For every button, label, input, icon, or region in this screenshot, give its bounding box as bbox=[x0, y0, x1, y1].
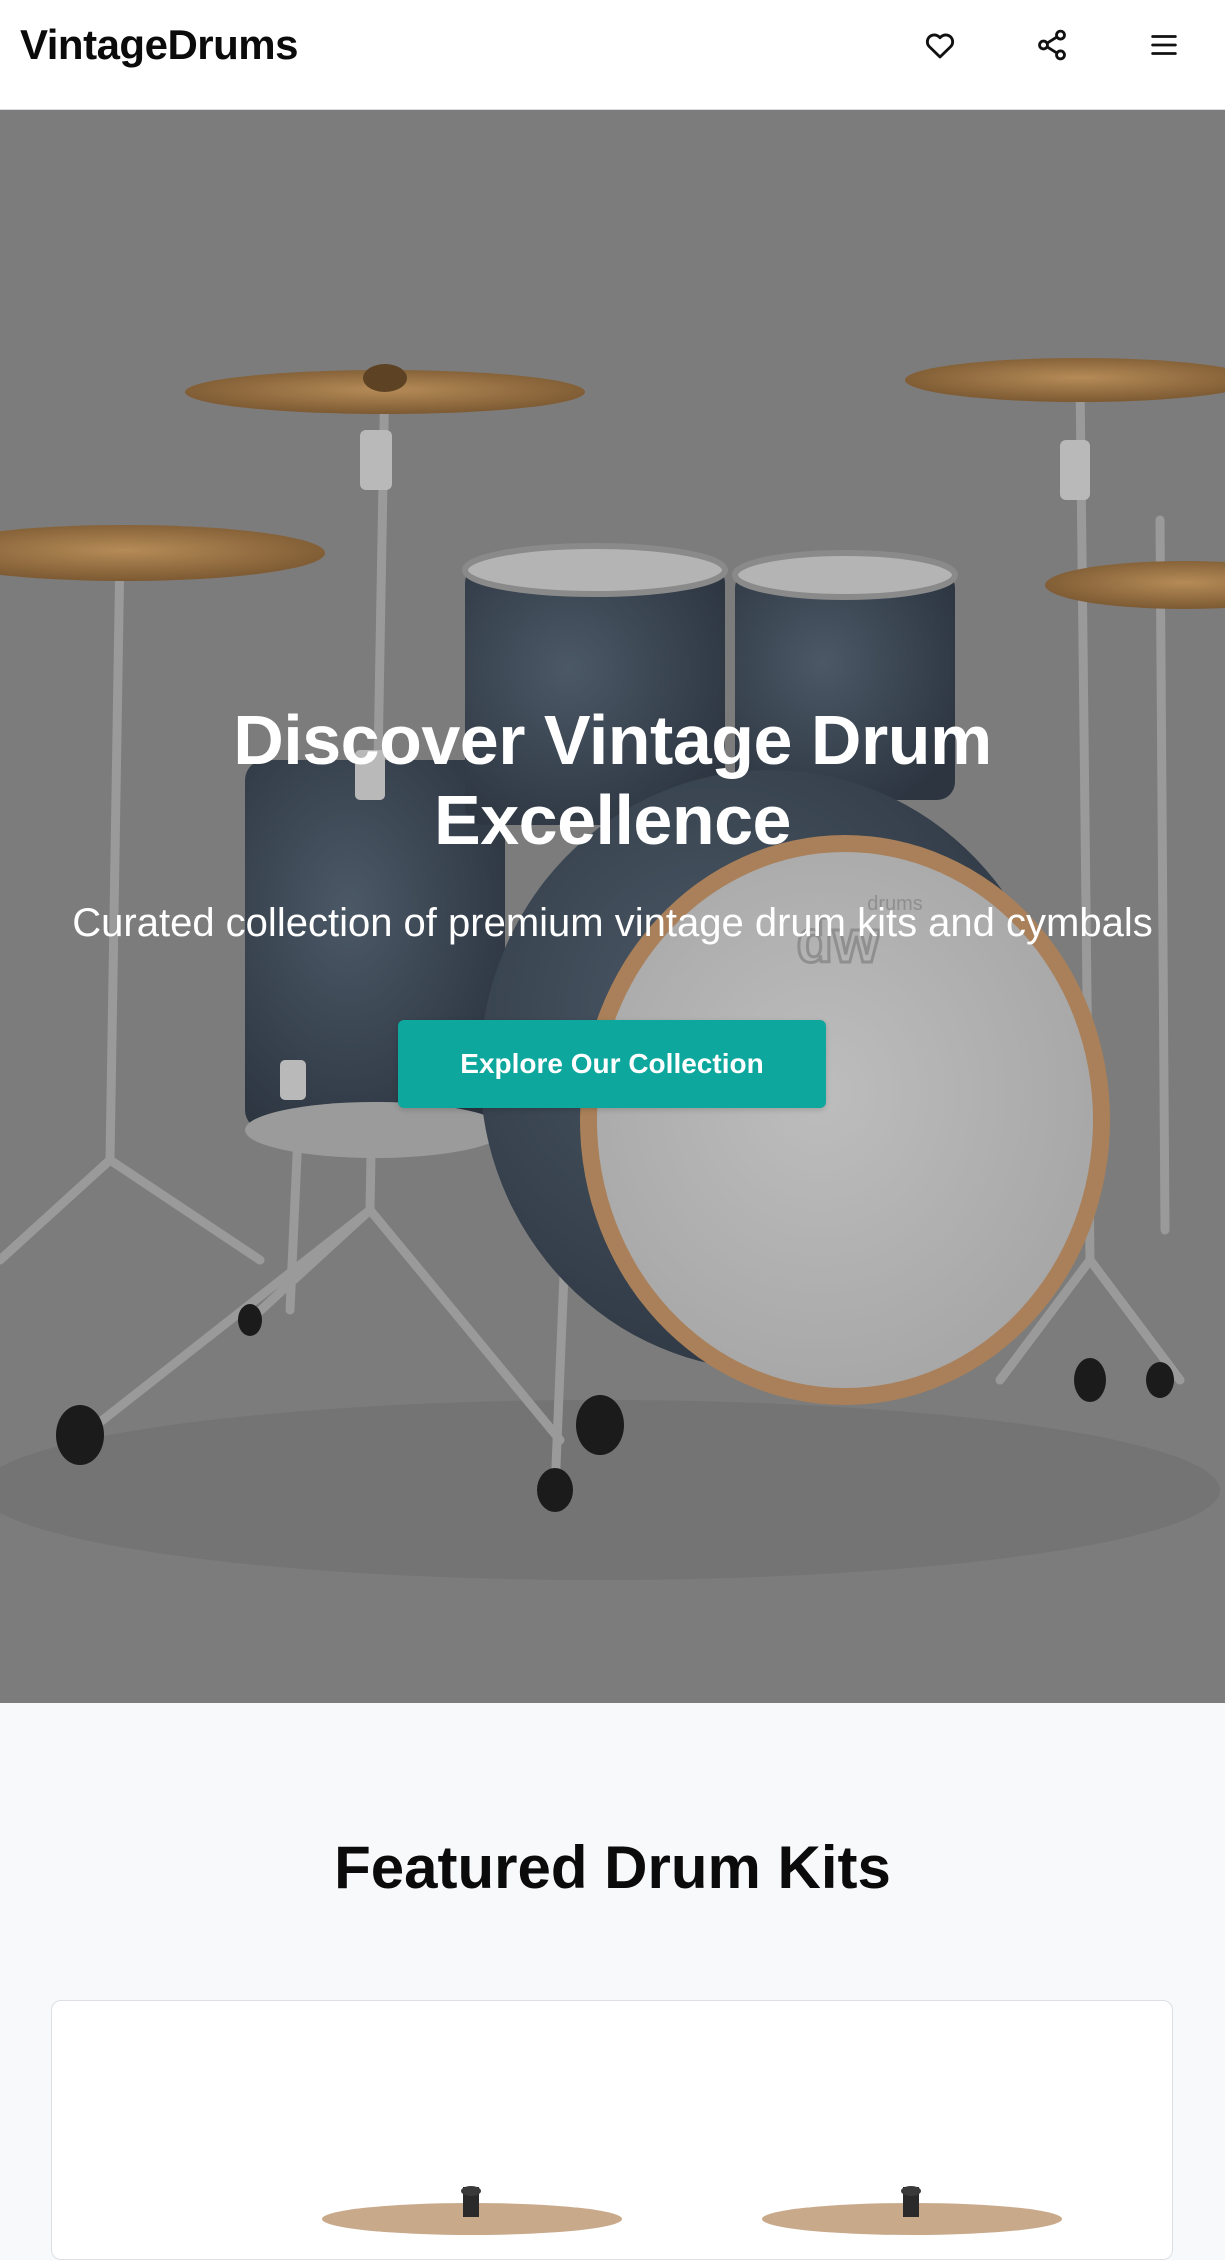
menu-icon bbox=[1151, 35, 1177, 55]
heart-icon bbox=[925, 33, 955, 59]
favorites-button[interactable] bbox=[910, 20, 970, 70]
hero-subtitle: Curated collection of premium vintage dr… bbox=[72, 901, 1153, 945]
hero-title: Discover Vintage Drum Excellence bbox=[0, 700, 1225, 860]
share-icon bbox=[1038, 29, 1066, 61]
share-button[interactable] bbox=[1022, 20, 1082, 70]
menu-button[interactable] bbox=[1134, 20, 1194, 70]
site-header: VintageDrums bbox=[0, 0, 1225, 110]
featured-section-title: Featured Drum Kits bbox=[334, 1834, 891, 1901]
hero-title-line-2: Excellence bbox=[434, 781, 791, 859]
explore-collection-button[interactable]: Explore Our Collection bbox=[398, 1020, 826, 1108]
hero-section: dw drums Discover Vintage Drum Excellenc… bbox=[0, 110, 1225, 1703]
brand-logo[interactable]: VintageDrums bbox=[20, 20, 298, 70]
product-card[interactable] bbox=[51, 2000, 1173, 2260]
hero-title-line-1: Discover Vintage Drum bbox=[233, 701, 992, 779]
drum-kit-cymbals-photo bbox=[322, 2186, 1062, 2235]
